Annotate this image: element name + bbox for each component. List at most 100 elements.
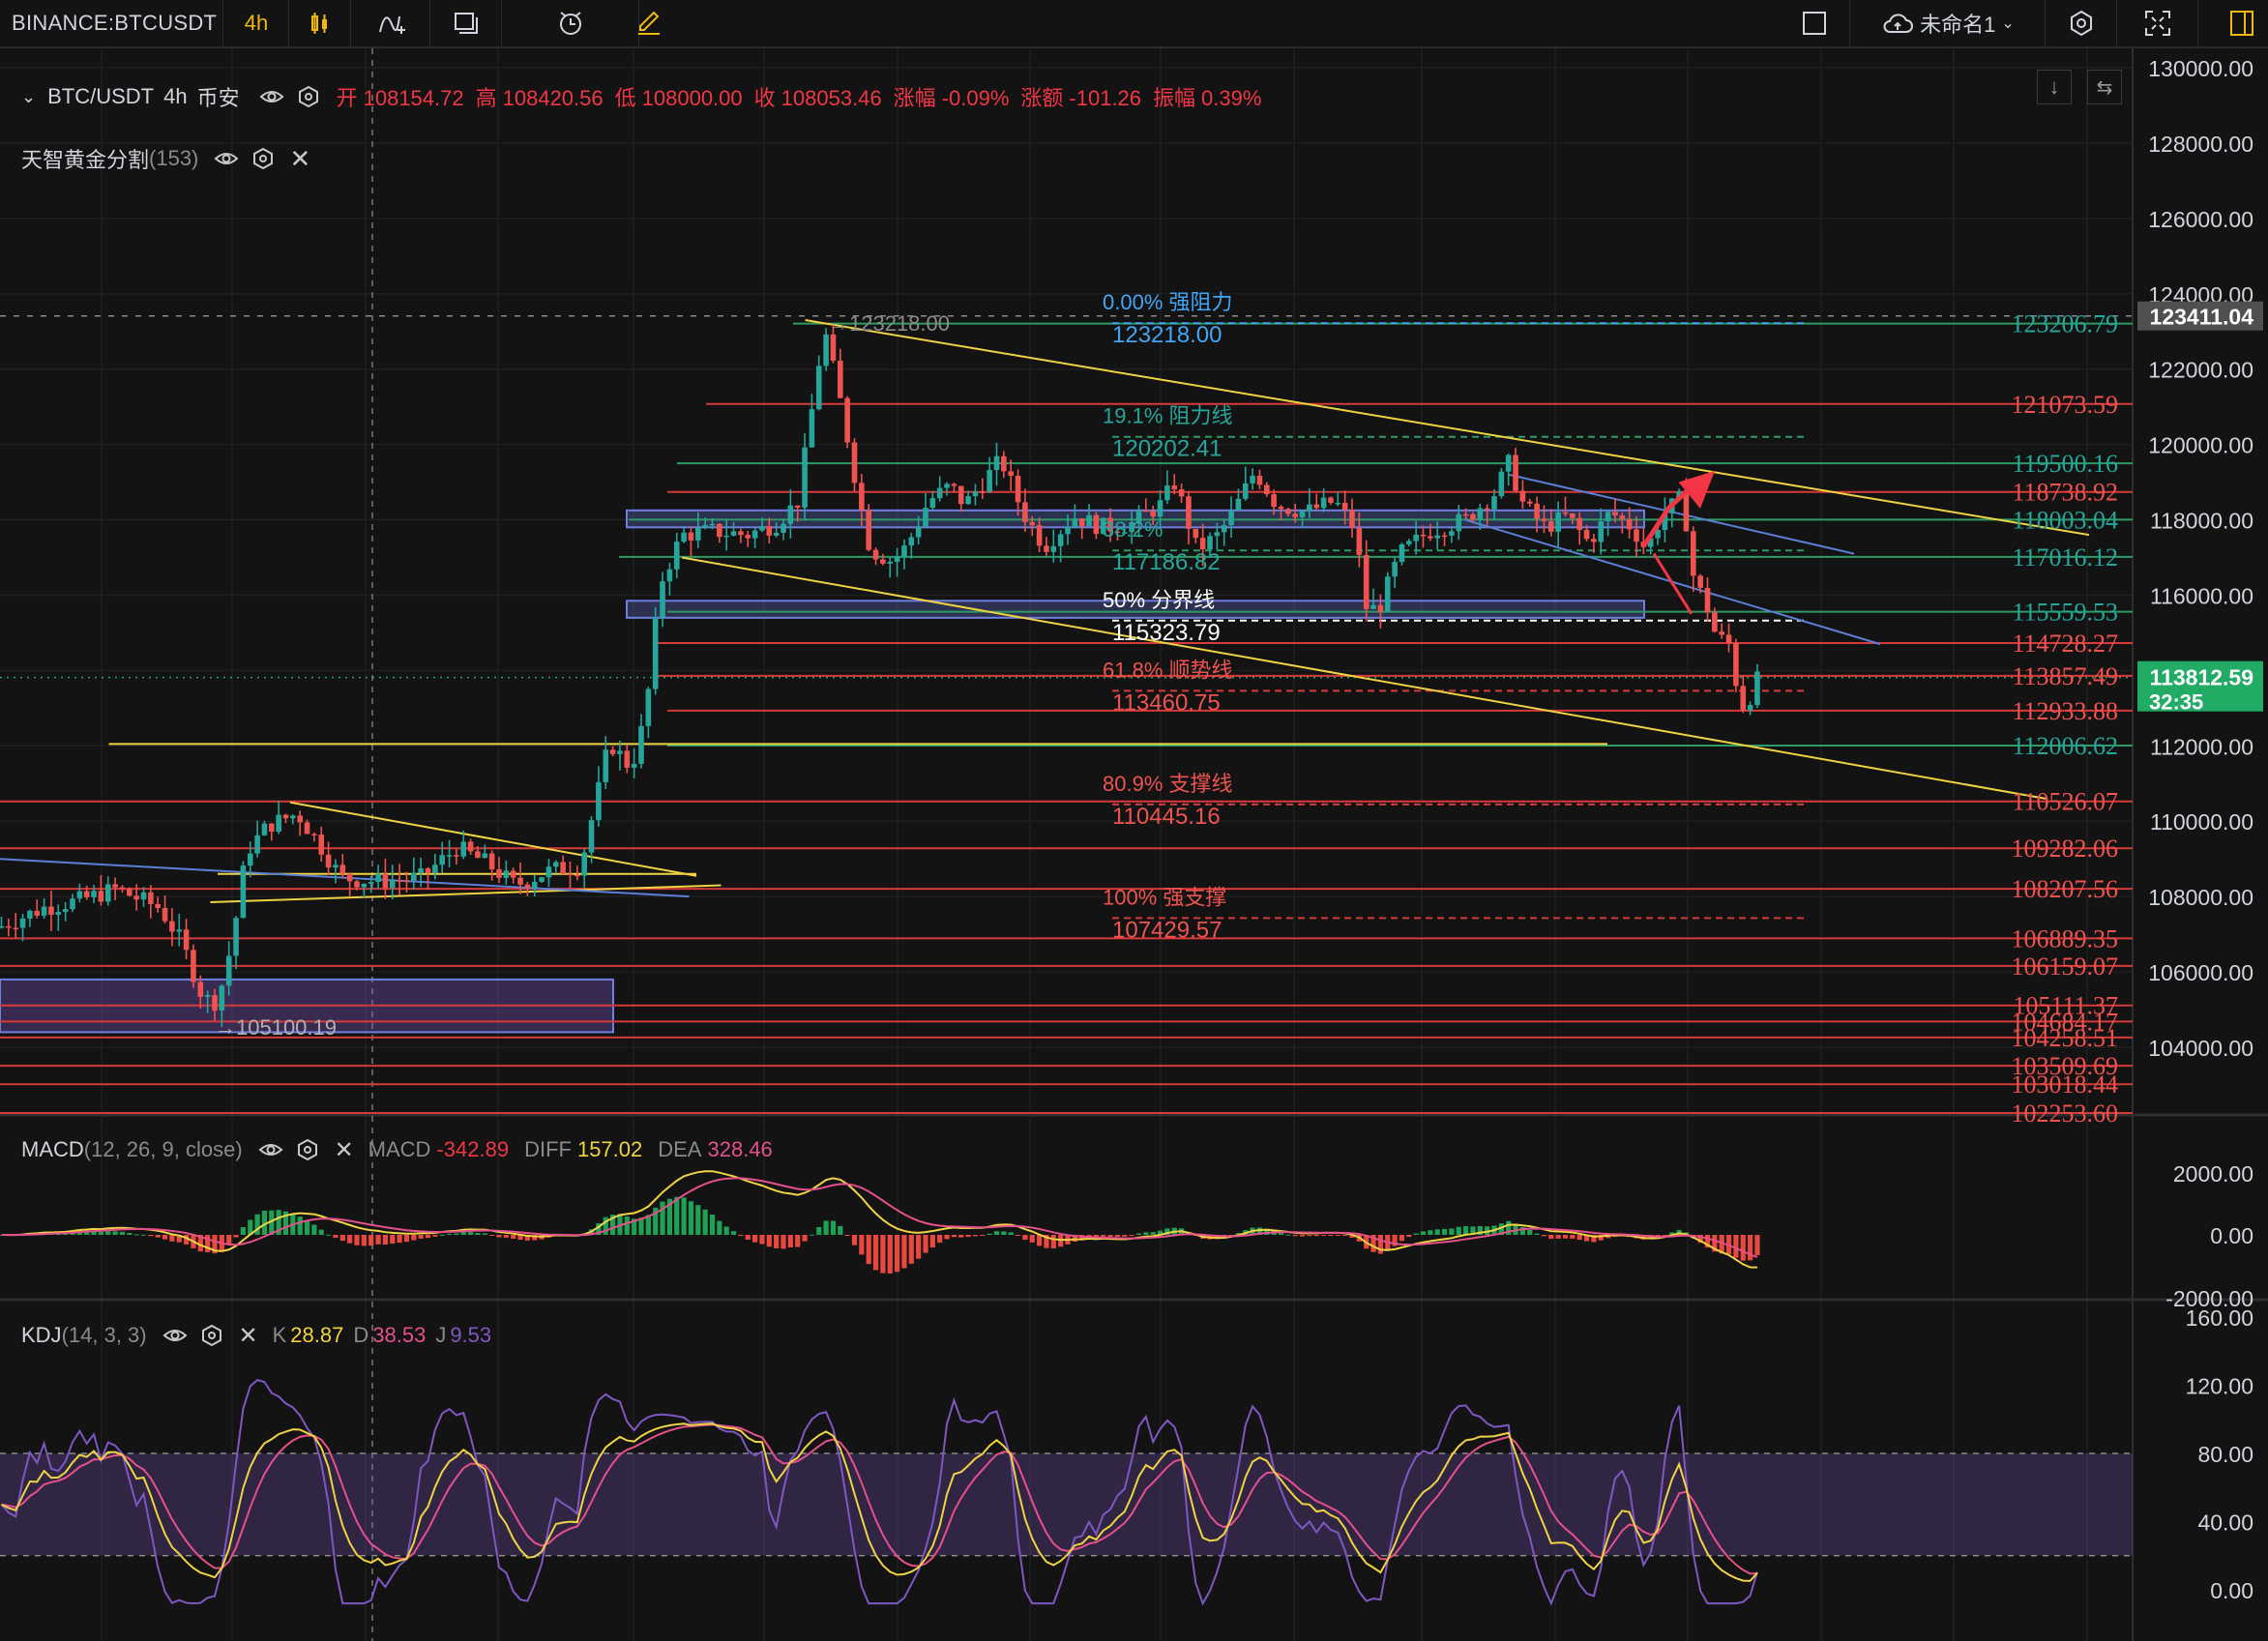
candle <box>1022 502 1028 522</box>
j-label: J <box>435 1323 447 1347</box>
candle <box>1157 500 1163 517</box>
candle <box>1320 497 1327 509</box>
macd-bar <box>155 1235 161 1238</box>
candle <box>27 910 33 919</box>
macd-bar <box>908 1235 914 1264</box>
level-label: 118003.04 <box>2012 506 2118 534</box>
candle <box>269 823 275 832</box>
layout-square-button[interactable] <box>1780 0 1850 46</box>
level-label: 119500.16 <box>2012 450 2118 478</box>
candle <box>1541 518 1547 522</box>
macd-bar <box>1037 1235 1043 1246</box>
macd-bar <box>1399 1235 1405 1242</box>
candle <box>34 910 41 916</box>
gear-icon[interactable] <box>293 1135 322 1164</box>
collapse-chevron-icon[interactable]: ⌄ <box>21 87 36 107</box>
candle <box>553 862 559 867</box>
chart-canvas[interactable]: 0.00% 强阻力 123218.00 19.1% 阻力线 120202.41 38.2… <box>0 48 2268 1641</box>
d-value: 38.53 <box>372 1323 427 1347</box>
macd-bar <box>702 1209 708 1235</box>
candle <box>1250 476 1255 484</box>
templates-button[interactable] <box>431 0 502 46</box>
macd-bar <box>1541 1235 1547 1237</box>
candle <box>574 874 580 877</box>
candle <box>1605 512 1611 522</box>
current-price-text: 113812.59 <box>2150 665 2253 690</box>
high-price-text: 123411.04 <box>2150 305 2254 330</box>
macd-axis-label: 2000.00 <box>2173 1161 2253 1187</box>
macd-bar <box>895 1235 900 1273</box>
gear-icon[interactable] <box>249 144 278 173</box>
gear-icon[interactable] <box>197 1321 226 1350</box>
candle <box>354 881 360 888</box>
macd-bar <box>759 1235 765 1245</box>
interval-button[interactable]: 4h <box>224 0 289 46</box>
macd-bar <box>730 1231 737 1235</box>
candle <box>432 864 438 873</box>
candle <box>1484 508 1490 511</box>
fib-label: 0.00% 强阻力 <box>1103 290 1233 314</box>
compare-button[interactable]: ⇆ <box>2087 70 2122 104</box>
macd-bar <box>1420 1231 1427 1235</box>
level-label: 113857.49 <box>2012 662 2118 690</box>
candle <box>183 929 190 951</box>
layout-name-button[interactable]: 未命名1 ⌄ <box>1851 0 2046 46</box>
price-axis-label: 118000.00 <box>2150 509 2253 534</box>
macd-bar <box>1292 1235 1298 1237</box>
chart-type-button[interactable] <box>290 0 351 46</box>
gear-icon[interactable] <box>294 82 323 111</box>
macd-bar <box>254 1214 260 1235</box>
macd-bar <box>127 1233 133 1235</box>
candle <box>1513 454 1518 491</box>
candle <box>851 442 858 484</box>
close-icon[interactable]: ✕ <box>234 1321 263 1350</box>
drawing-button[interactable] <box>619 0 679 46</box>
fullscreen-button[interactable] <box>2118 0 2198 46</box>
close-icon[interactable]: ✕ <box>330 1135 359 1164</box>
candle <box>1001 455 1007 472</box>
ohlc-key: 涨额 <box>1020 86 1064 110</box>
candle <box>1548 521 1554 532</box>
candle <box>1363 554 1370 609</box>
macd-bar <box>1008 1232 1014 1235</box>
fib-label: 100% 强支撑 <box>1103 885 1226 909</box>
candle <box>652 617 659 689</box>
side-panel-button[interactable] <box>2215 0 2268 46</box>
macd-bar <box>98 1231 103 1235</box>
candle <box>496 869 502 878</box>
candle <box>119 887 126 890</box>
candle <box>773 532 780 536</box>
eye-icon[interactable] <box>161 1321 190 1350</box>
candle <box>631 763 637 768</box>
eye-icon[interactable] <box>212 144 241 173</box>
candle <box>588 820 595 853</box>
candle <box>617 750 623 754</box>
ohlc-key: 收 <box>753 86 776 110</box>
eye-icon[interactable] <box>256 1135 285 1164</box>
scroll-down-button[interactable]: ↓ <box>2037 70 2072 104</box>
candle <box>815 366 822 410</box>
macd-bar <box>368 1235 374 1246</box>
grid <box>0 48 2268 1641</box>
countdown-text: 32:35 <box>2149 690 2203 715</box>
macd-bar <box>752 1235 758 1243</box>
candle <box>794 505 801 508</box>
legend-exchange: 币安 <box>196 86 240 110</box>
close-icon[interactable]: ✕ <box>285 144 314 173</box>
candle <box>133 895 139 900</box>
candle <box>666 569 673 582</box>
macd-bar <box>1534 1233 1540 1235</box>
candle <box>1598 521 1605 542</box>
macd-bar <box>347 1235 353 1244</box>
candle <box>346 873 353 882</box>
candle <box>1477 508 1484 520</box>
candle <box>1740 686 1747 711</box>
settings-button[interactable] <box>2047 0 2117 46</box>
eye-icon[interactable] <box>257 82 286 111</box>
symbol-selector[interactable]: BINANCE:BTCUSDT <box>12 0 223 46</box>
kdj-axis-label: 40.00 <box>2197 1510 2253 1536</box>
candle <box>517 877 523 885</box>
candle <box>993 455 1000 471</box>
indicators-button[interactable] <box>352 0 430 46</box>
candle <box>987 470 992 492</box>
